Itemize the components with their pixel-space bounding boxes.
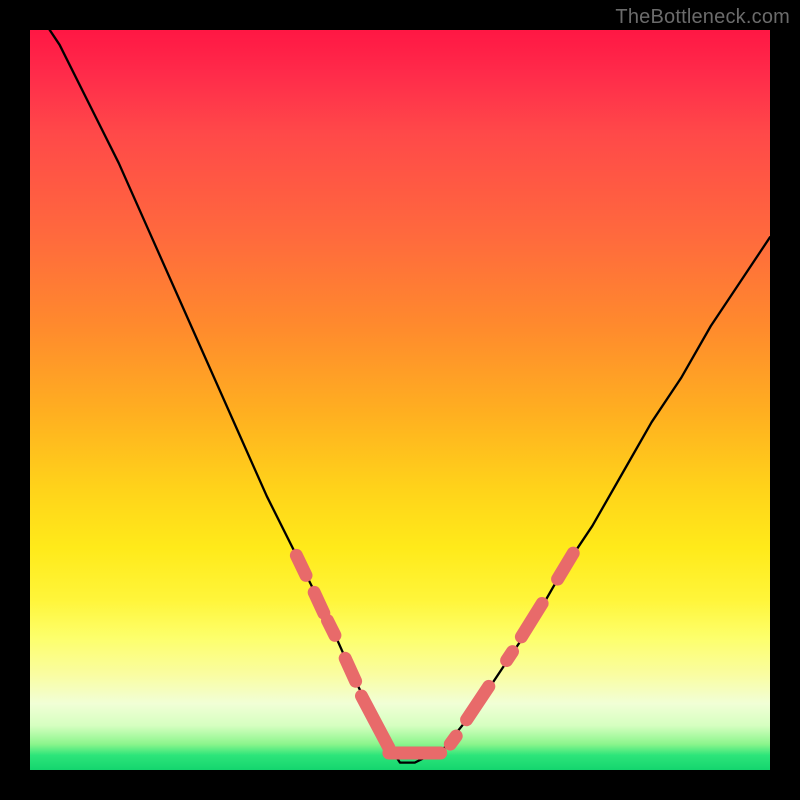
- left-mid-dash-b: [328, 621, 335, 636]
- bottom-long-1: [362, 696, 389, 748]
- left-mid-dash-a: [314, 592, 324, 613]
- right-low-dash: [467, 686, 489, 719]
- marker-group: [296, 553, 573, 753]
- right-upper-dash: [521, 604, 542, 637]
- left-low-dash: [345, 658, 355, 681]
- chart-frame: TheBottleneck.com: [0, 0, 800, 800]
- bottleneck-curve: [30, 0, 770, 762]
- watermark-text: TheBottleneck.com: [615, 6, 790, 29]
- plot-gradient-area: [30, 30, 770, 770]
- bottom-right-dot: [450, 736, 456, 744]
- left-upper-dash: [296, 555, 306, 575]
- curve-layer: [30, 30, 770, 770]
- right-mid-dot: [507, 652, 513, 661]
- right-top-dash: [558, 553, 574, 579]
